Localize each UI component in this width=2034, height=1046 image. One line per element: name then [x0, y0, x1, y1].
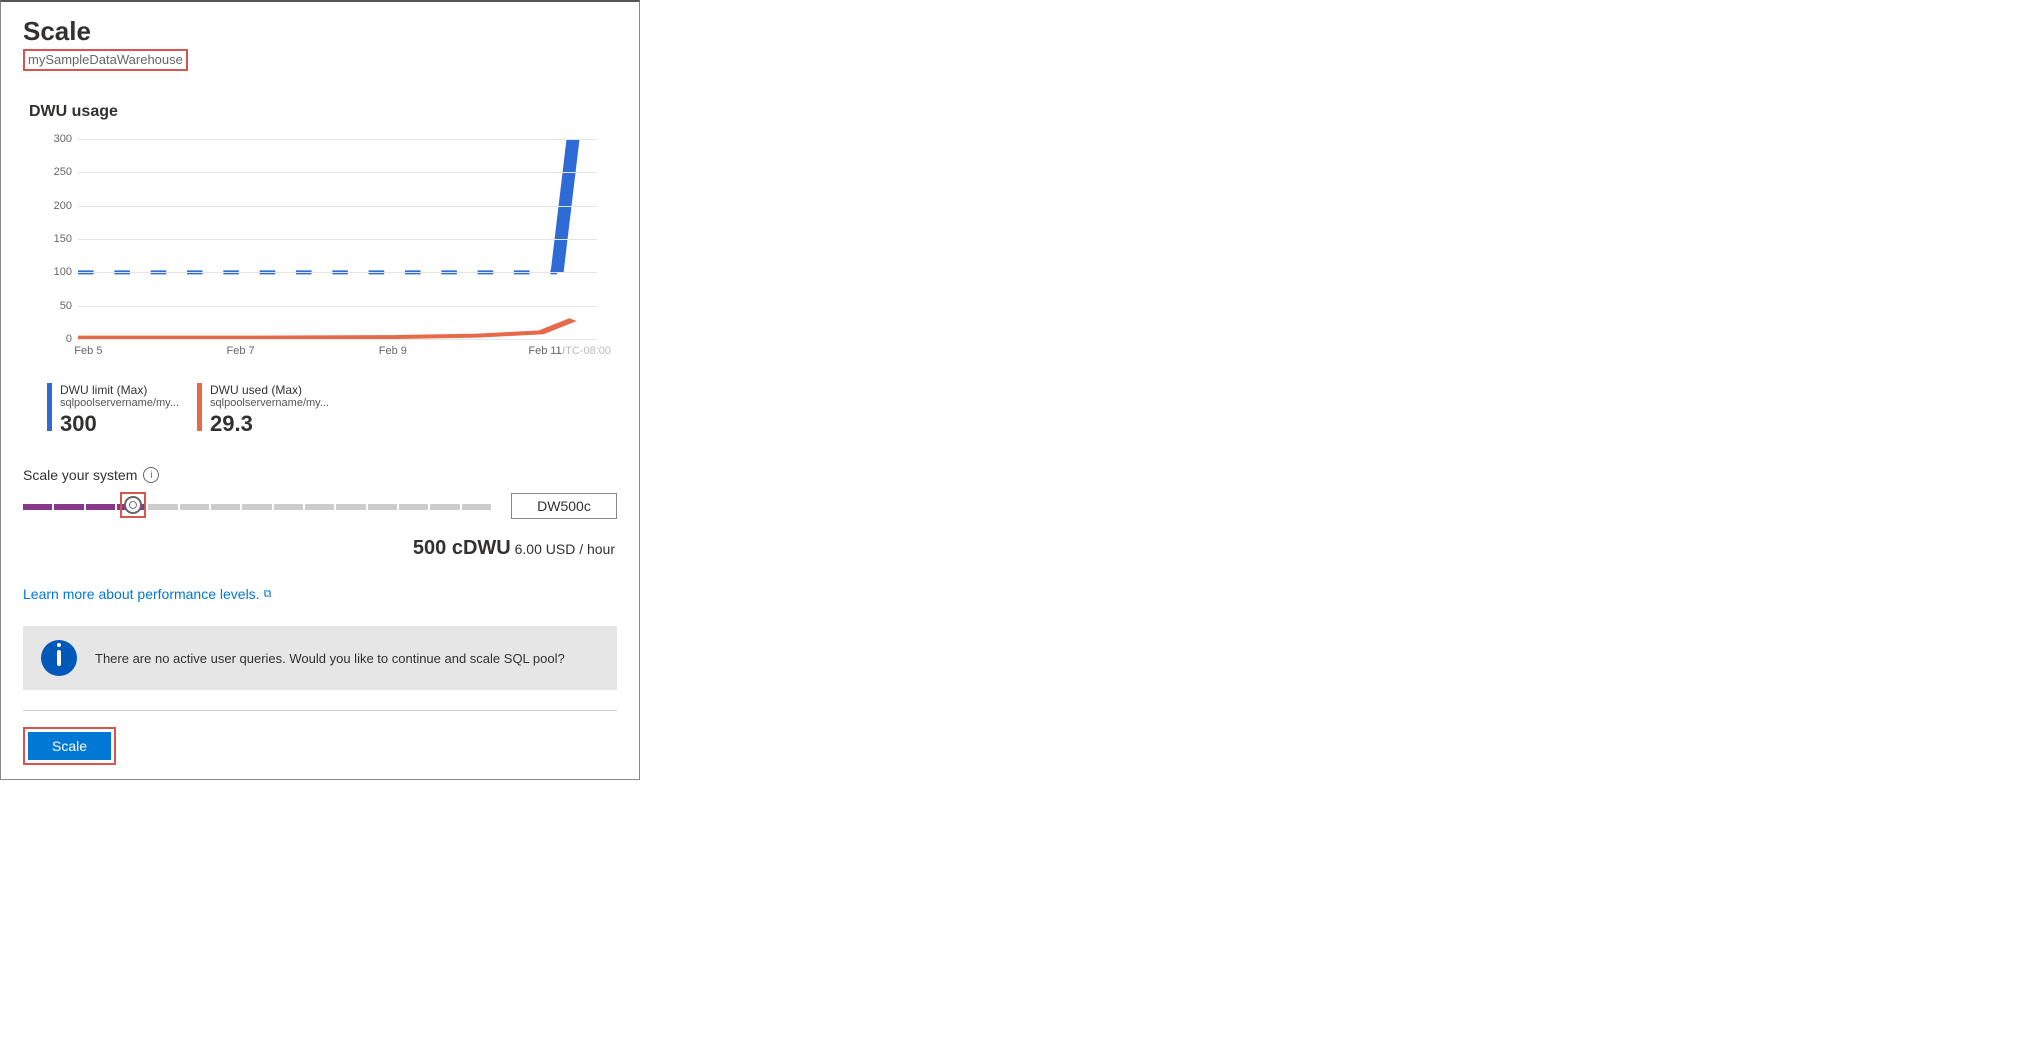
- legend-item: DWU used (Max)sqlpoolservername/my...29.…: [197, 383, 329, 437]
- slider-handle[interactable]: [124, 496, 142, 514]
- info-icon[interactable]: i: [143, 467, 159, 483]
- learn-more-link[interactable]: Learn more about performance levels. ⧉: [23, 586, 271, 602]
- scale-button-highlight: Scale: [23, 727, 116, 765]
- info-bar: There are no active user queries. Would …: [23, 626, 617, 690]
- page-title: Scale: [23, 16, 617, 47]
- scale-label: Scale your system: [23, 467, 137, 483]
- legend-item: DWU limit (Max)sqlpoolservername/my...30…: [47, 383, 179, 437]
- info-message: There are no active user queries. Would …: [95, 651, 565, 666]
- scale-button[interactable]: Scale: [28, 732, 111, 760]
- external-link-icon: ⧉: [264, 588, 272, 601]
- chart-legend: DWU limit (Max)sqlpoolservername/my...30…: [47, 383, 617, 437]
- scale-value: DW500c: [511, 493, 617, 519]
- scale-slider[interactable]: [23, 496, 491, 516]
- price-display: 500 cDWU 6.00 USD / hour: [23, 537, 615, 560]
- usage-section-title: DWU usage: [29, 103, 617, 121]
- price-rate: 6.00 USD / hour: [515, 541, 615, 557]
- scale-panel: Scale mySampleDataWarehouse DWU usage UT…: [0, 0, 640, 780]
- dwu-usage-chart: UTC-08:00 050100150200250300Feb 5Feb 7Fe…: [23, 139, 617, 369]
- resource-name: mySampleDataWarehouse: [28, 52, 183, 67]
- info-circle-icon: [41, 640, 77, 676]
- divider: [23, 710, 617, 711]
- slider-handle-highlight: [120, 492, 146, 518]
- resource-name-highlight: mySampleDataWarehouse: [23, 49, 188, 71]
- price-units: 500 cDWU: [413, 537, 511, 559]
- timezone-label: UTC-08:00: [557, 345, 611, 357]
